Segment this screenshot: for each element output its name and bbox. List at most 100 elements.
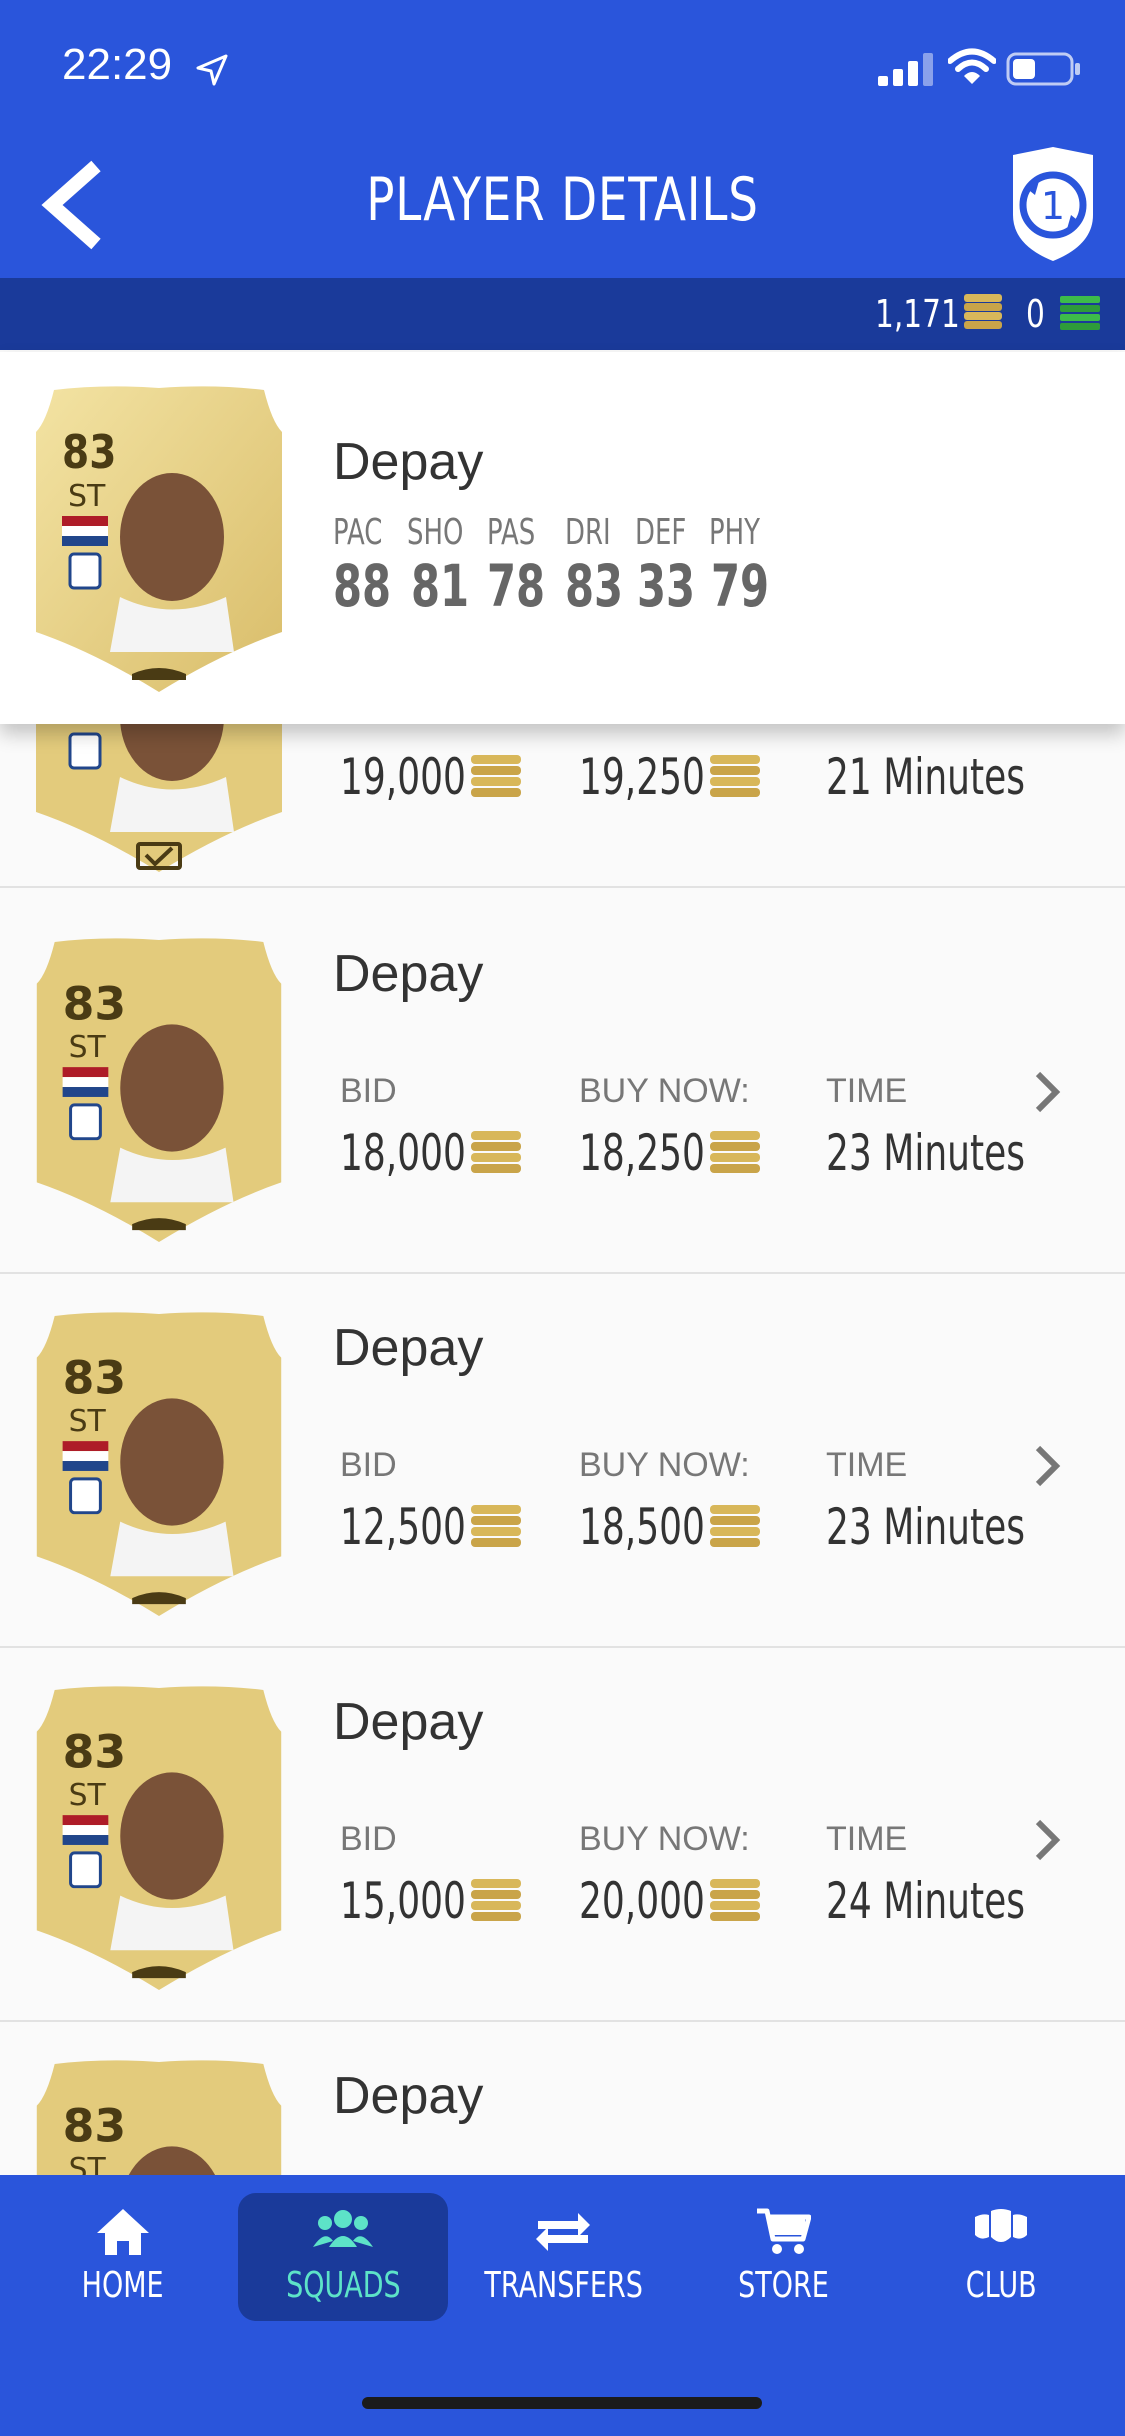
bid-value: 19,000 — [340, 748, 466, 806]
location-arrow-icon — [196, 54, 228, 86]
svg-text:1: 1 — [1041, 184, 1065, 228]
listing-row[interactable]: 83 ST Depay BID BUY NOW: TIME 18,000 18,… — [0, 902, 1125, 1274]
status-time: 22:29 — [62, 40, 173, 89]
stat-value-sho: 81 — [411, 552, 470, 620]
stat-value-dri: 83 — [565, 552, 624, 620]
svg-text:ST: ST — [69, 2152, 107, 2175]
svg-text:ST: ST — [69, 1030, 107, 1065]
tab-home-label: HOME — [82, 2265, 164, 2306]
squads-icon — [313, 2210, 373, 2247]
player-name: Depay — [333, 945, 484, 1003]
buy-now-value: 18,500 — [579, 1498, 705, 1556]
coins-icon — [471, 1131, 521, 1173]
player-name: Depay — [333, 2067, 484, 2125]
svg-text:83: 83 — [62, 426, 116, 480]
svg-text:83: 83 — [63, 977, 127, 1030]
signal-icon — [878, 53, 933, 86]
time-value: 23 Minutes — [826, 1124, 1025, 1182]
bid-value: 15,000 — [340, 1872, 466, 1930]
coins-icon — [471, 1879, 521, 1921]
coins-icon — [964, 294, 1002, 329]
tab-transfers-label: TRANSFERS — [484, 2265, 643, 2306]
player-name: Depay — [333, 433, 484, 491]
tab-store[interactable]: STORE — [678, 2193, 888, 2321]
listing-row[interactable]: 83 ST Depay BID BUY NOW: TIME 15,000 20,… — [0, 1650, 1125, 2022]
bid-label: BID — [340, 1446, 397, 1484]
tab-store-label: STORE — [737, 2265, 829, 2306]
tab-squads-label: SQUADS — [285, 2265, 401, 2306]
tab-transfers[interactable]: TRANSFERS — [458, 2193, 668, 2321]
home-icon — [97, 2209, 149, 2255]
bid-value: 18,000 — [340, 1124, 466, 1182]
stat-value-phy: 79 — [711, 552, 770, 620]
stat-value-pas: 78 — [487, 552, 546, 620]
buy-now-label: BUY NOW: — [579, 1820, 750, 1858]
transfers-icon — [536, 2213, 590, 2251]
stat-label-pas: PAS — [487, 512, 536, 553]
stat-label-def: DEF — [635, 512, 687, 553]
time-value: 24 Minutes — [826, 1872, 1025, 1930]
chevron-right-icon[interactable] — [1032, 1444, 1062, 1488]
club-icon — [975, 2209, 1027, 2242]
coins-icon — [710, 1505, 760, 1547]
svg-text:ST: ST — [69, 1404, 107, 1439]
stat-label-sho: SHO — [407, 512, 464, 553]
player-card: 83 ST — [36, 1312, 282, 1617]
coins-icon — [710, 755, 760, 797]
svg-text:83: 83 — [63, 1725, 127, 1778]
stat-label-phy: PHY — [709, 512, 760, 553]
points-balance: 0 — [1026, 292, 1045, 336]
wifi-icon — [948, 48, 996, 84]
time-label: TIME — [826, 1446, 908, 1484]
points-icon — [1060, 296, 1100, 330]
stat-value-def: 33 — [637, 552, 696, 620]
tab-club[interactable]: CLUB — [896, 2193, 1106, 2321]
bid-label: BID — [340, 1072, 397, 1110]
chevron-right-icon[interactable] — [1032, 1818, 1062, 1862]
svg-text:ST: ST — [68, 479, 106, 514]
coins-icon — [710, 1131, 760, 1173]
status-bar: 22:29 — [0, 0, 1125, 140]
home-indicator[interactable] — [362, 2397, 762, 2409]
time-value: 21 Minutes — [826, 748, 1025, 806]
player-card: 83 ST — [36, 386, 282, 692]
player-name: Depay — [333, 1319, 484, 1377]
listing-row[interactable]: 83 ST Depay — [0, 2024, 1125, 2175]
player-summary: 83 ST Depay PAC SHO PAS DRI DEF PHY 88 8… — [0, 352, 1125, 724]
svg-text:83: 83 — [63, 1351, 127, 1404]
buy-now-value: 18,250 — [579, 1124, 705, 1182]
tab-club-label: CLUB — [965, 2265, 1037, 2306]
coins-icon — [471, 1505, 521, 1547]
time-label: TIME — [826, 1072, 908, 1110]
listing-row[interactable]: 83 ST Depay BID BUY NOW: TIME 12,500 18,… — [0, 1276, 1125, 1648]
stat-label-dri: DRI — [565, 512, 611, 553]
buy-now-label: BUY NOW: — [579, 1072, 750, 1110]
svg-text:ST: ST — [69, 1778, 107, 1813]
player-card: 83 ST — [36, 1686, 282, 1991]
page-title: PLAYER DETAILS — [366, 165, 759, 235]
buy-now-value: 20,000 — [579, 1872, 705, 1930]
player-name: Depay — [333, 1693, 484, 1751]
time-value: 23 Minutes — [826, 1498, 1025, 1556]
coins-icon — [471, 755, 521, 797]
svg-text:83: 83 — [63, 2099, 127, 2152]
currency-bar: 1,171 0 — [0, 278, 1125, 350]
stat-value-pac: 88 — [333, 552, 392, 620]
player-card: 83 ST — [36, 2060, 282, 2175]
buy-now-label: BUY NOW: — [579, 1446, 750, 1484]
coins-icon — [710, 1879, 760, 1921]
coins-balance: 1,171 — [875, 292, 960, 336]
stat-label-pac: PAC — [333, 512, 383, 553]
bid-value: 12,500 — [340, 1498, 466, 1556]
back-button[interactable] — [38, 160, 108, 250]
player-card: 83 ST — [36, 938, 282, 1243]
ultimate-team-badge-icon[interactable]: 1 — [1005, 145, 1101, 263]
header: 22:29 PLAYER DETAILS 1 — [0, 0, 1125, 278]
time-label: TIME — [826, 1820, 908, 1858]
bid-label: BID — [340, 1820, 397, 1858]
tab-squads[interactable]: SQUADS — [238, 2193, 448, 2321]
buy-now-value: 19,250 — [579, 748, 705, 806]
chevron-right-icon[interactable] — [1032, 1070, 1062, 1114]
tab-home[interactable]: HOME — [18, 2193, 228, 2321]
battery-icon — [1006, 52, 1080, 86]
